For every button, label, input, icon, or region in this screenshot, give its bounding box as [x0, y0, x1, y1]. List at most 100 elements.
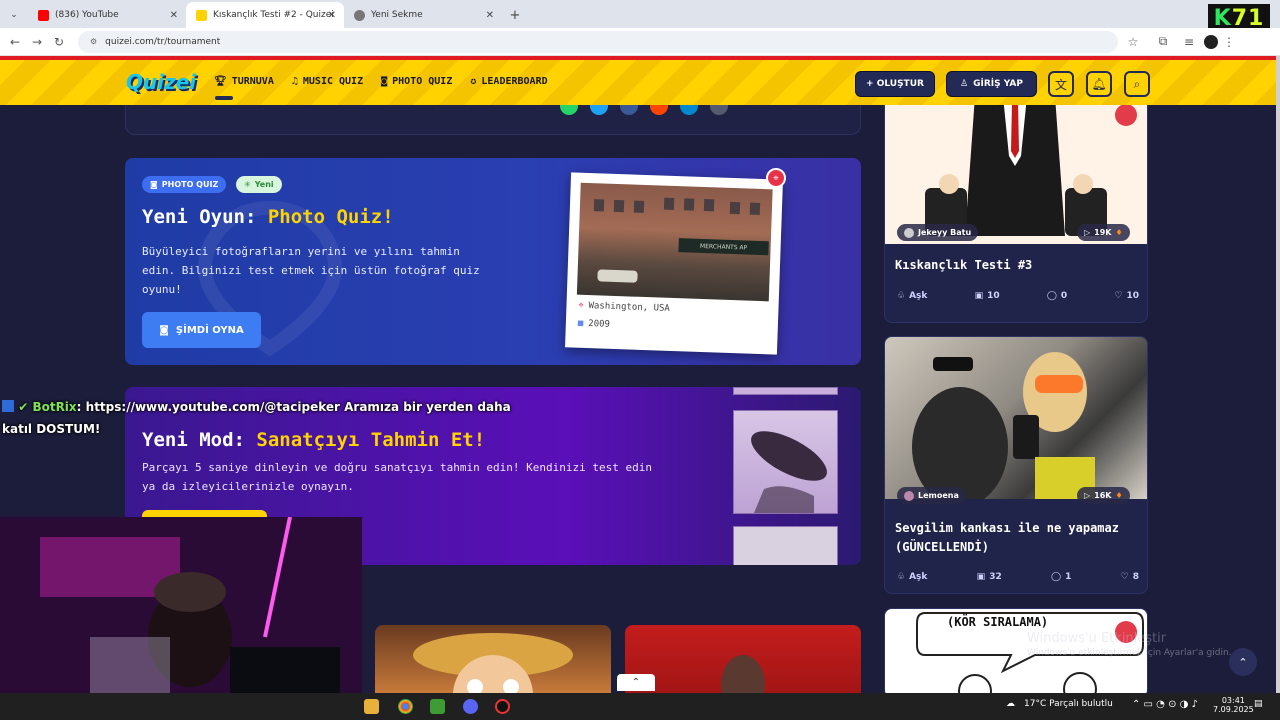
minecraft-icon[interactable]: [430, 699, 445, 714]
building-window: [633, 200, 645, 213]
questions-count: 32: [989, 572, 1002, 582]
site-info-icon[interactable]: ⚙: [90, 37, 97, 46]
link-icon[interactable]: [710, 105, 728, 115]
url-field[interactable]: ⚙ quizei.com/tr/tournament: [78, 30, 1118, 53]
quiz-title[interactable]: Sevgilim kankası ile ne yapamaz (GÜNCELL…: [895, 519, 1135, 557]
zeppelin-illustration: [751, 431, 827, 513]
quiz-stats: ♧ Aşk ▣ 10 ◯ 0 ♡ 10: [897, 291, 1139, 301]
comments-count: 1: [1065, 572, 1072, 582]
camera-icon: ◙: [381, 76, 388, 87]
extensions-icon[interactable]: ⧉: [1152, 34, 1174, 49]
play-icon: ▷: [1084, 228, 1091, 237]
login-button[interactable]: ♙ GİRİŞ YAP: [946, 71, 1037, 97]
questions-stat: ▣ 10: [975, 291, 1000, 301]
page-scrollbar[interactable]: [1276, 56, 1280, 693]
avatar: [904, 227, 914, 238]
whatsapp-icon[interactable]: [560, 105, 578, 115]
likes-stat[interactable]: ♡ 10: [1114, 291, 1139, 301]
quiz-card[interactable]: Lemoena ▷ 16K ♦ Sevgilim kankası ile ne ya…: [884, 336, 1148, 594]
browser-tab-youtube[interactable]: (836) YouTube ✕: [28, 2, 186, 28]
new-tab-button[interactable]: +: [502, 2, 528, 28]
nav-item-photo-quiz[interactable]: ◙ PHOTO QUIZ: [381, 76, 452, 87]
browser-tab-new[interactable]: Yeni Sekme ✕: [344, 2, 502, 28]
nav-item-turnuva[interactable]: 🏆︎ TURNUVA: [214, 76, 274, 87]
images-icon: ▣: [974, 291, 984, 301]
clock[interactable]: 03:41 7.09.2025: [1213, 696, 1254, 714]
play-now-button[interactable]: ◙ ŞİMDİ OYNA: [142, 312, 261, 348]
quiz-title[interactable]: Kıskançlık Testi #3: [895, 256, 1032, 275]
language-toggle-button[interactable]: 文: [1048, 71, 1074, 97]
title-highlight: Photo Quiz!: [267, 206, 394, 228]
reddit-icon[interactable]: [650, 105, 668, 115]
weather-text[interactable]: 17°C Parçalı bulutlu: [1024, 699, 1113, 709]
discord-icon[interactable]: [463, 699, 478, 714]
likes-stat[interactable]: ♡ 8: [1121, 572, 1139, 582]
obs-icon[interactable]: [495, 699, 510, 714]
chat-username: BotRix: [32, 400, 77, 414]
login-label: GİRİŞ YAP: [973, 79, 1023, 89]
address-bar-row: ← → ↻ ⚙ quizei.com/tr/tournament ☆ ⧉ ≡ ⋮: [0, 28, 1280, 56]
bookmark-star-icon[interactable]: ☆: [1122, 35, 1144, 49]
close-icon[interactable]: ✕: [328, 10, 336, 21]
notifications-button[interactable]: 🔔︎: [1086, 71, 1112, 97]
collapse-chevron-up-icon[interactable]: ⌃: [617, 674, 655, 691]
previous-card-bottom: [125, 105, 861, 135]
profile-avatar[interactable]: [1204, 34, 1218, 49]
building-window: [749, 202, 761, 215]
channel-badge-number: 71: [1231, 5, 1265, 31]
reload-icon[interactable]: ↻: [48, 35, 70, 49]
likes-count: 10: [1126, 291, 1139, 301]
search-button[interactable]: ⌕: [1124, 71, 1150, 97]
play-icon: ▷: [1084, 491, 1091, 500]
windows-activation-title: Windows'u Etkinleştir: [1027, 631, 1167, 646]
browser-tab-quizei[interactable]: Kıskançlık Testi #2 - Quizei ✕: [186, 2, 344, 28]
chrome-icon[interactable]: [398, 699, 413, 714]
file-explorer-icon[interactable]: [364, 699, 379, 714]
nav-item-music-quiz[interactable]: ♫ MUSIC QUIZ: [292, 76, 363, 87]
scroll-to-top-button[interactable]: ⌃: [1229, 648, 1257, 676]
photo-year: ▦ 2009: [578, 319, 610, 330]
album-cover: [733, 526, 838, 565]
year-text: 2009: [588, 319, 611, 330]
quiz-thumbnail[interactable]: [625, 625, 861, 693]
reading-list-icon[interactable]: ≡: [1178, 35, 1200, 49]
author-tag: Lemoena: [897, 487, 966, 504]
quiz-card[interactable]: Jekeyy Batu ▷ 19K ♦ Kıskançlık Testi #3 ♧ A…: [884, 105, 1148, 323]
chat-message-line2: katıl DOSTUM!: [2, 422, 101, 436]
twitter-icon[interactable]: [590, 105, 608, 115]
verified-icon: ✔: [18, 400, 29, 414]
youtube-icon: [38, 9, 49, 21]
weather-icon[interactable]: ☁: [1006, 699, 1015, 709]
nav-item-leaderboard[interactable]: ✪ LEADERBOARD: [470, 76, 547, 87]
back-icon[interactable]: ←: [4, 35, 26, 49]
building-window: [593, 199, 605, 212]
tray-icons[interactable]: ⌃ ▭ ◔ ⊙ ◑ ♪: [1132, 699, 1198, 710]
menu-dots-icon[interactable]: ⋮: [1218, 35, 1240, 49]
sparkle-icon: ✳: [244, 180, 251, 189]
comments-count: 0: [1060, 291, 1068, 301]
nav-label: PHOTO QUIZ: [392, 76, 453, 87]
notification-center-icon[interactable]: ▤: [1254, 699, 1263, 709]
create-button[interactable]: + OLUŞTUR: [855, 71, 935, 97]
clock-time: 03:41: [1221, 696, 1245, 705]
close-icon[interactable]: ✕: [170, 10, 178, 21]
author-name: Jekeyy Batu: [918, 228, 972, 237]
telegram-icon[interactable]: [680, 105, 698, 115]
merchants-sign: MERCHANTS AP: [678, 238, 769, 256]
search-icon: ⌕: [1133, 76, 1141, 91]
facebook-icon[interactable]: [620, 105, 638, 115]
site-header: Quizei 🏆︎ TURNUVA ♫ MUSIC QUIZ ◙ PHOTO QUIZ…: [0, 60, 1276, 105]
site-logo[interactable]: Quizei: [126, 70, 196, 94]
quiz-thumbnail[interactable]: [375, 625, 611, 693]
heart-hand-icon: ♧: [897, 572, 906, 582]
questions-count: 10: [987, 291, 1000, 301]
album-cover: [733, 410, 838, 514]
tab-title: Yeni Sekme: [371, 10, 423, 20]
tab-list-chevron-icon[interactable]: ⌄: [0, 2, 28, 28]
channel-badge-k: K: [1213, 5, 1232, 31]
quiz-banner-text: (KÖR SIRALAMA): [947, 615, 1049, 629]
camera-icon: ◙: [159, 324, 169, 336]
forward-icon[interactable]: →: [26, 35, 48, 49]
close-icon[interactable]: ✕: [486, 10, 494, 21]
album-cover: [733, 387, 838, 395]
